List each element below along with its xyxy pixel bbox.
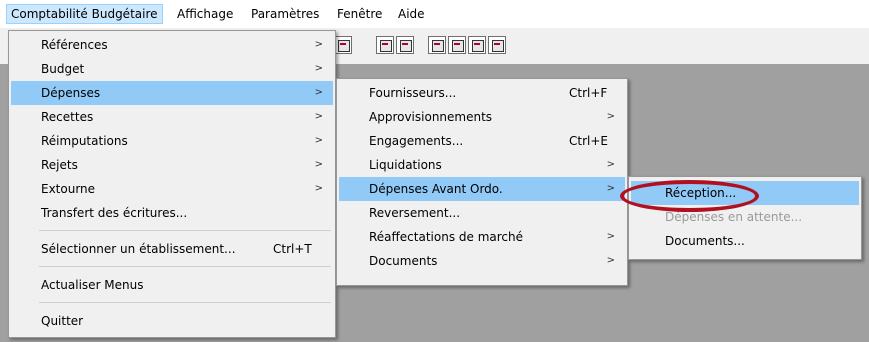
submenu-arrow-icon: > bbox=[606, 231, 615, 242]
menu-item-label: Approvisionnements bbox=[369, 110, 493, 124]
menu-item-label: Engagements... bbox=[369, 134, 464, 148]
submenu-arrow-icon: > bbox=[314, 39, 323, 50]
menu-item-label: Dépenses bbox=[41, 86, 101, 100]
menu-item-label: Dépenses Avant Ordo. bbox=[369, 182, 503, 196]
menu-item-label: Transfert des écritures... bbox=[41, 206, 188, 220]
menu-item-label: Recettes bbox=[41, 110, 94, 124]
submenu-arrow-icon: > bbox=[606, 183, 615, 194]
submenu-arrow-icon: > bbox=[314, 63, 323, 74]
toolbar-button-6[interactable] bbox=[468, 36, 486, 54]
menu-item-reimputations[interactable]: Réimputations > bbox=[11, 129, 333, 153]
submenu-arrow-icon: > bbox=[606, 255, 615, 266]
menu-item-shortcut: Ctrl+E bbox=[569, 134, 608, 148]
toolbar-button-5[interactable] bbox=[448, 36, 466, 54]
submenu-arrow-icon: > bbox=[606, 111, 615, 122]
menu-item-documents-avant-ordo[interactable]: Documents... bbox=[631, 229, 859, 253]
menu-item-budget[interactable]: Budget > bbox=[11, 57, 333, 81]
submenu-arrow-icon: > bbox=[314, 135, 323, 146]
toolbar-button-4[interactable] bbox=[428, 36, 446, 54]
menu-item-label: Documents bbox=[369, 254, 438, 268]
menu-item-label: Réimputations bbox=[41, 134, 128, 148]
menubar-comptabilite-budgetaire[interactable]: Comptabilité Budgétaire bbox=[6, 4, 163, 24]
menubar-aide[interactable]: Aide bbox=[394, 5, 429, 23]
submenu-arrow-icon: > bbox=[314, 159, 323, 170]
menu-item-reaffectations-marche[interactable]: Réaffectations de marché > bbox=[339, 225, 625, 249]
menu-item-references[interactable]: Références > bbox=[11, 33, 333, 57]
submenu-arrow-icon: > bbox=[314, 111, 323, 122]
menu-item-label: Réaffectations de marché bbox=[369, 230, 524, 244]
menu-item-label: Quitter bbox=[41, 314, 84, 328]
menu-separator bbox=[39, 302, 331, 303]
menu-item-selectionner-etablissement[interactable]: Sélectionner un établissement... Ctrl+T bbox=[11, 237, 333, 261]
menu-item-depenses-avant-ordo[interactable]: Dépenses Avant Ordo. > bbox=[339, 177, 625, 201]
menu-item-label: Fournisseurs... bbox=[369, 86, 457, 100]
menu-item-label: Sélectionner un établissement... bbox=[41, 242, 236, 256]
menu-item-reversement[interactable]: Reversement... bbox=[339, 201, 625, 225]
main-menu: Références > Budget > Dépenses > Recette… bbox=[8, 30, 336, 338]
menu-item-actualiser-menus[interactable]: Actualiser Menus bbox=[11, 273, 333, 297]
toolbar-button-7[interactable] bbox=[488, 36, 506, 54]
menu-item-depenses[interactable]: Dépenses > bbox=[11, 81, 333, 105]
menu-item-transfert-ecritures[interactable]: Transfert des écritures... bbox=[11, 201, 333, 225]
menu-item-approvisionnements[interactable]: Approvisionnements > bbox=[339, 105, 625, 129]
toolbar-button-3[interactable] bbox=[396, 36, 414, 54]
menu-item-extourne[interactable]: Extourne > bbox=[11, 177, 333, 201]
submenu-arrow-icon: > bbox=[606, 159, 615, 170]
menu-item-label: Rejets bbox=[41, 158, 78, 172]
menubar-affichage[interactable]: Affichage bbox=[173, 5, 237, 23]
highlight-ellipse bbox=[620, 180, 759, 212]
menubar-parametres[interactable]: Paramètres bbox=[247, 5, 323, 23]
menu-item-label: Actualiser Menus bbox=[41, 278, 144, 292]
menu-item-fournisseurs[interactable]: Fournisseurs... Ctrl+F bbox=[339, 81, 625, 105]
depenses-submenu: Fournisseurs... Ctrl+F Approvisionnement… bbox=[336, 78, 628, 286]
toolbar-button-1[interactable] bbox=[334, 36, 352, 54]
menu-item-label: Documents... bbox=[665, 234, 745, 248]
menu-item-label: Budget bbox=[41, 62, 85, 76]
menu-item-label: Extourne bbox=[41, 182, 96, 196]
menu-separator bbox=[39, 266, 331, 267]
menu-item-recettes[interactable]: Recettes > bbox=[11, 105, 333, 129]
menu-item-rejets[interactable]: Rejets > bbox=[11, 153, 333, 177]
menu-item-label: Références bbox=[41, 38, 108, 52]
menubar-fenetre[interactable]: Fenêtre bbox=[333, 5, 386, 23]
menu-item-label: Liquidations bbox=[369, 158, 442, 172]
menu-separator bbox=[39, 230, 331, 231]
toolbar-button-2[interactable] bbox=[376, 36, 394, 54]
menubar: Comptabilité Budgétaire Affichage Paramè… bbox=[0, 0, 869, 29]
menu-item-label: Reversement... bbox=[369, 206, 461, 220]
menu-item-liquidations[interactable]: Liquidations > bbox=[339, 153, 625, 177]
menu-item-quitter[interactable]: Quitter bbox=[11, 309, 333, 333]
submenu-arrow-icon: > bbox=[314, 87, 323, 98]
menu-item-shortcut: Ctrl+F bbox=[569, 86, 608, 100]
menu-item-documents[interactable]: Documents > bbox=[339, 249, 625, 273]
menu-item-engagements[interactable]: Engagements... Ctrl+E bbox=[339, 129, 625, 153]
menu-item-shortcut: Ctrl+T bbox=[273, 242, 312, 256]
submenu-arrow-icon: > bbox=[314, 183, 323, 194]
